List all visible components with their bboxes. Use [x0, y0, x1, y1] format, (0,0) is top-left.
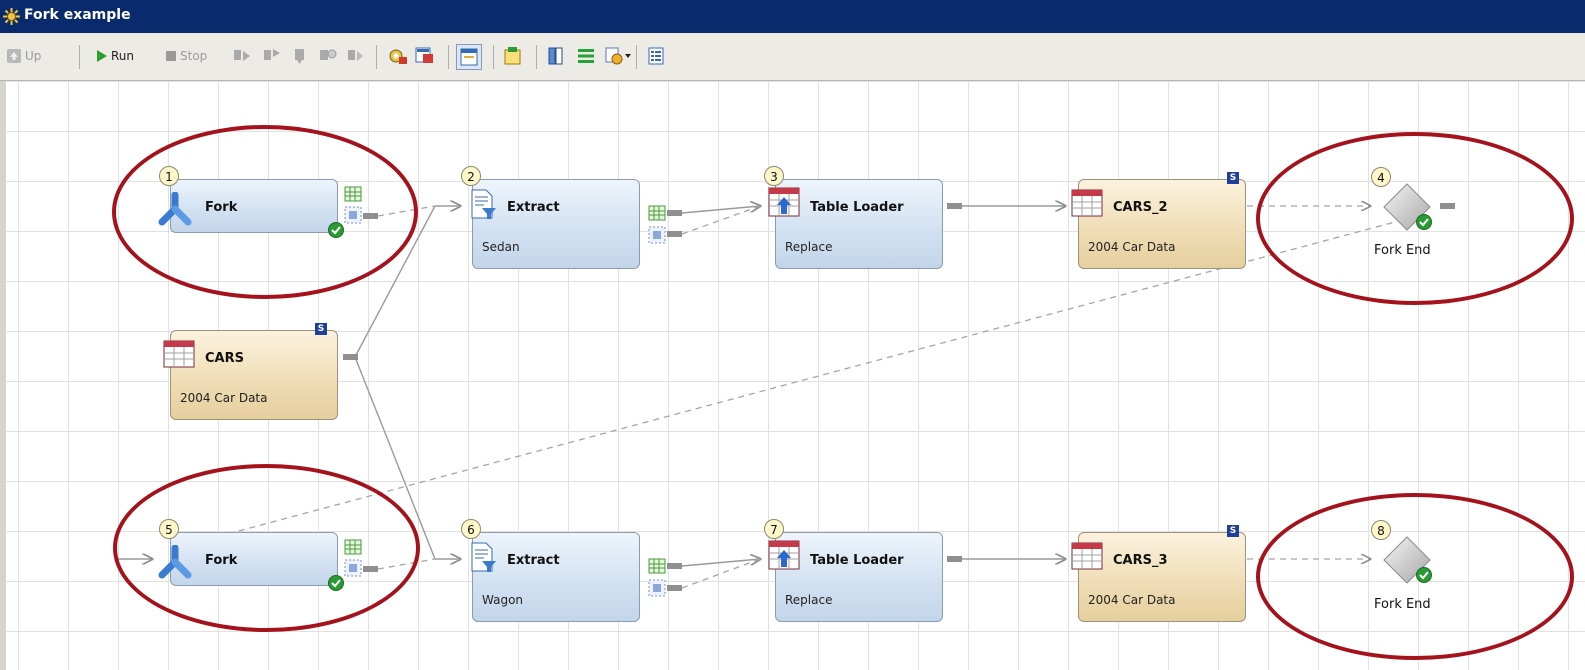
node-subtitle: 2004 Car Data [180, 391, 268, 405]
node-title: Table Loader [810, 553, 904, 568]
step-number-badge: 3 [764, 166, 784, 186]
node-subtitle: 2004 Car Data [1088, 240, 1176, 254]
table-loader-icon [768, 540, 800, 570]
node-title: CARS [205, 351, 244, 366]
table-icon [1071, 542, 1103, 570]
highlight-ellipse [113, 464, 420, 632]
node-title: CARS_3 [1113, 553, 1168, 568]
cars-source-table-node[interactable]: CARS 2004 Car Data [163, 330, 338, 420]
output-port[interactable] [947, 556, 962, 562]
step-number-badge: 7 [764, 519, 784, 539]
node-title: Extract [507, 553, 560, 568]
output-port[interactable] [947, 203, 962, 209]
node-subtitle: Replace [785, 240, 833, 254]
output-port[interactable] [667, 585, 682, 591]
table-loader-icon [768, 187, 800, 217]
node-subtitle: Wagon [482, 593, 524, 607]
node-subtitle: Replace [785, 593, 833, 607]
sas-library-badge: S [1227, 525, 1239, 537]
highlight-ellipse [112, 125, 418, 299]
highlight-ellipse [1256, 493, 1574, 660]
extract-icon [471, 189, 496, 219]
step-number-badge: 2 [461, 166, 481, 186]
table-icon [1071, 189, 1103, 217]
step-number-badge: 6 [461, 519, 481, 539]
node-title: Extract [507, 200, 560, 215]
output-port[interactable] [667, 210, 682, 216]
output-port[interactable] [667, 231, 682, 237]
highlight-ellipse [1256, 132, 1574, 305]
table-loader-node-7[interactable]: Table Loader Replace [768, 532, 943, 622]
table-output-icon [648, 558, 666, 574]
output-port[interactable] [667, 563, 682, 569]
extract-node-6[interactable]: Extract Wagon [471, 532, 640, 622]
cars-2-table-node[interactable]: CARS_2 2004 Car Data [1071, 179, 1246, 269]
sas-library-badge: S [1227, 172, 1239, 184]
extract-icon [471, 542, 496, 572]
extract-node-2[interactable]: Extract Sedan [471, 179, 640, 269]
node-subtitle: Sedan [482, 240, 520, 254]
work-table-output-icon [648, 579, 666, 597]
cars-3-table-node[interactable]: CARS_3 2004 Car Data [1071, 532, 1246, 622]
output-port[interactable] [343, 354, 358, 360]
work-table-output-icon [648, 226, 666, 244]
node-title: Table Loader [810, 200, 904, 215]
table-loader-node-3[interactable]: Table Loader Replace [768, 179, 943, 269]
node-subtitle: 2004 Car Data [1088, 593, 1176, 607]
node-title: CARS_2 [1113, 200, 1168, 215]
sas-library-badge: S [315, 323, 327, 335]
table-icon [163, 340, 195, 368]
table-output-icon [648, 205, 666, 221]
